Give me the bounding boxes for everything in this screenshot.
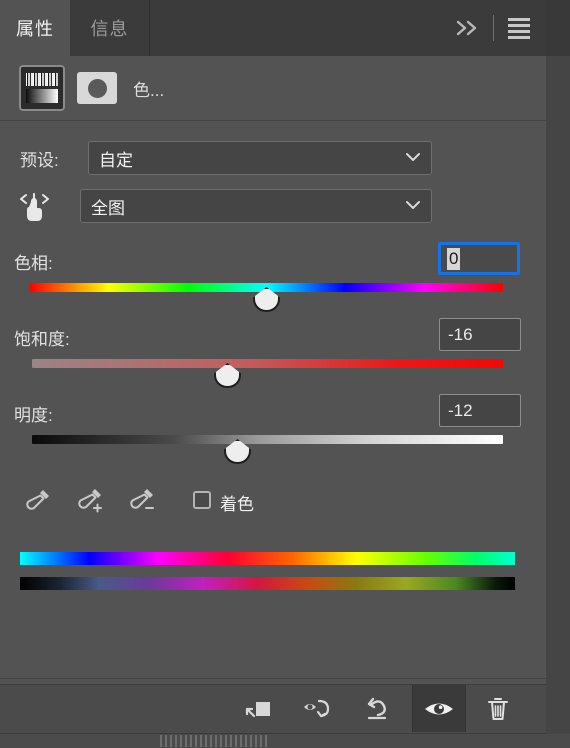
hamburger-menu-icon[interactable] — [502, 8, 536, 48]
eyedropper-subtract-icon[interactable] — [123, 482, 161, 520]
colorize-label: 着色 — [220, 495, 254, 514]
delete-layer-button[interactable] — [472, 685, 524, 732]
layer-mask-thumbnail[interactable] — [77, 72, 117, 104]
adjustment-layer-label: 色... — [133, 80, 165, 100]
panel-content: 预设: 自定 全图 色相: 0 饱和度: -16 明度: -12 着色 — [0, 121, 546, 678]
source-color-spectrum-bar — [20, 552, 515, 565]
chevron-down-icon — [405, 149, 421, 167]
tab-properties-label: 属性 — [16, 19, 54, 39]
panel-footer-toolbar — [0, 684, 546, 734]
toolbar-divider — [493, 15, 494, 41]
preset-row: 预设: 自定 — [0, 141, 546, 175]
hue-value-text: 0 — [447, 247, 461, 270]
dock-strip — [546, 0, 570, 748]
clip-to-layer-button[interactable] — [232, 685, 284, 732]
dock-strip-header — [546, 0, 570, 56]
chevron-down-icon — [405, 197, 421, 215]
properties-panel: 属性 信息 色... 预设: 自定 全图 色相: 0 饱和度: -16 明度: … — [0, 0, 570, 748]
toggle-previous-state-button[interactable] — [292, 685, 344, 732]
saturation-value-input[interactable]: -16 — [439, 318, 521, 351]
lightness-value-text: -12 — [448, 400, 473, 420]
preset-value: 自定 — [99, 150, 133, 170]
panel-resize-grip-lines — [160, 735, 270, 747]
lightness-value-input[interactable]: -12 — [439, 394, 521, 427]
tab-info-label: 信息 — [90, 19, 129, 39]
double-chevron-right-icon[interactable] — [451, 8, 485, 48]
adjustment-layer-thumbnail-row: 色... — [0, 56, 546, 121]
saturation-slider-track[interactable] — [32, 359, 503, 368]
saturation-value-text: -16 — [448, 324, 473, 344]
range-row: 全图 — [0, 189, 546, 223]
hue-saturation-adjustment-thumbnail[interactable] — [19, 65, 65, 111]
hue-label: 色相: — [14, 254, 53, 273]
adjustment-thumbnail-image — [26, 73, 58, 103]
toggle-visibility-button[interactable] — [412, 685, 466, 732]
range-value: 全图 — [91, 198, 125, 218]
preset-label: 预设: — [20, 150, 59, 170]
range-select[interactable]: 全图 — [80, 189, 432, 223]
lightness-slider-track[interactable] — [32, 435, 503, 444]
adjustment-thumbnail-stripes — [26, 73, 58, 86]
lightness-label: 明度: — [14, 406, 53, 425]
tab-bar-tools — [451, 0, 536, 56]
tab-properties[interactable]: 属性 — [0, 0, 70, 56]
result-color-spectrum-bar — [20, 577, 515, 590]
hue-value-input[interactable]: 0 — [438, 242, 520, 275]
reset-button[interactable] — [352, 685, 404, 732]
tab-info[interactable]: 信息 — [70, 0, 150, 56]
panel-tab-bar: 属性 信息 — [0, 0, 546, 56]
eyedropper-add-icon[interactable] — [71, 482, 109, 520]
eyedropper-icon[interactable] — [19, 482, 57, 520]
adjustment-thumbnail-gradient — [26, 89, 58, 103]
preset-select[interactable]: 自定 — [88, 141, 432, 175]
panel-resize-grip[interactable] — [0, 734, 570, 748]
scrubby-slider-hand-icon[interactable] — [15, 189, 59, 223]
colorize-checkbox[interactable] — [193, 491, 211, 509]
layer-mask-shape — [87, 78, 107, 98]
saturation-label: 饱和度: — [14, 330, 70, 349]
